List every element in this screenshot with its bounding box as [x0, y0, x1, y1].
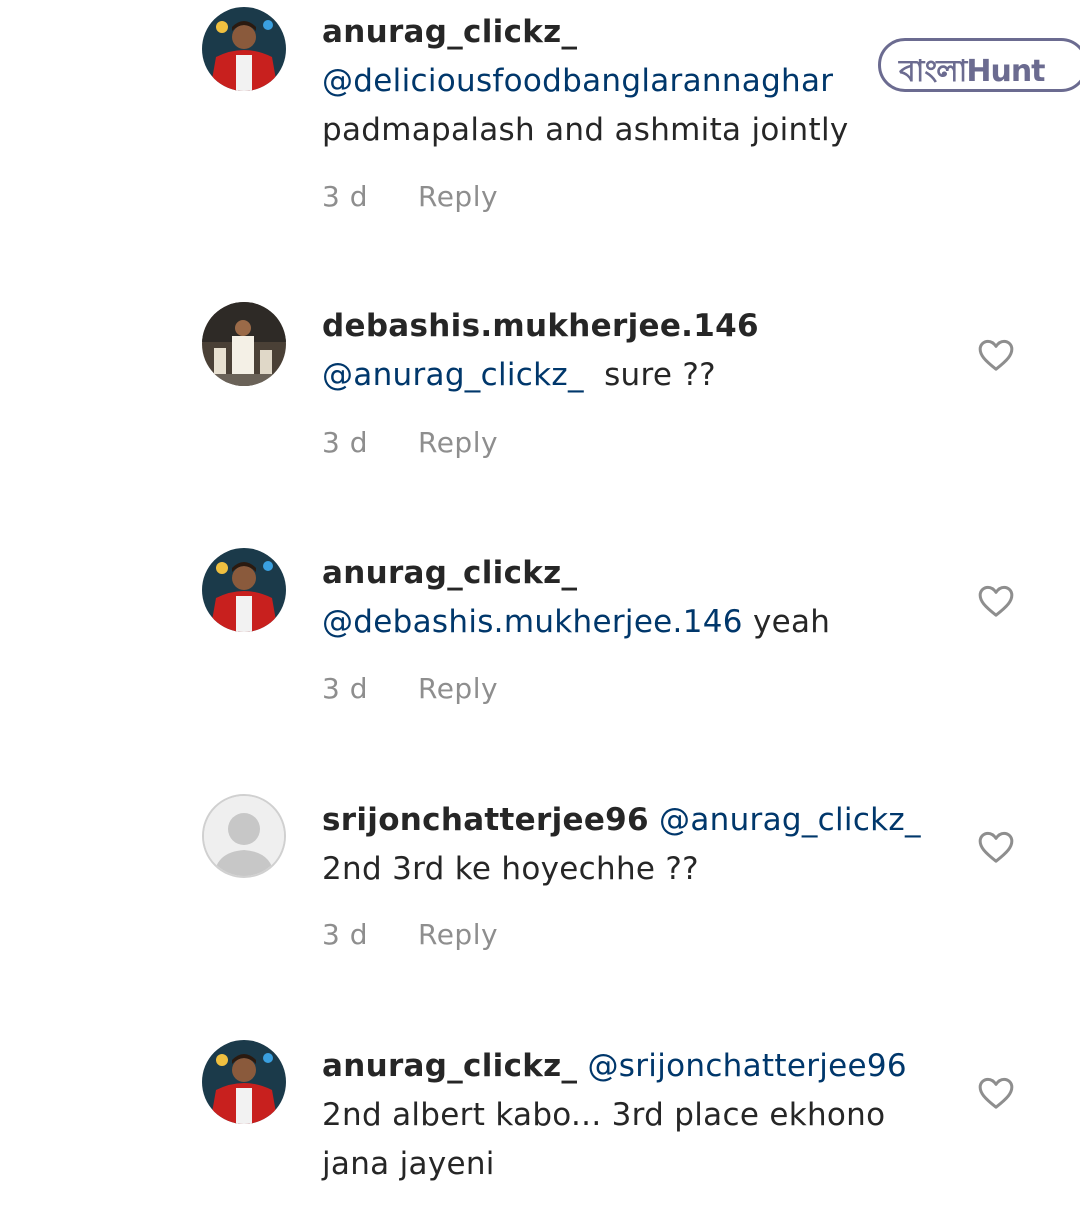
like-heart-icon[interactable]: [976, 335, 1016, 375]
comment-username[interactable]: debashis.mukherjee.146: [322, 308, 759, 344]
comment-age: 3 d: [322, 426, 368, 459]
comment-text: 2nd 3rd ke hoyechhe ??: [322, 851, 699, 887]
comment-meta: 3 d Reply: [322, 426, 498, 459]
comment-text: 2nd albert kabo... 3rd place ekhono jana…: [322, 1097, 886, 1182]
comment-username[interactable]: srijonchatterjee96: [322, 802, 649, 838]
like-heart-icon[interactable]: [976, 827, 1016, 867]
reply-button[interactable]: Reply: [418, 918, 498, 951]
comment-username[interactable]: anurag_clickz_: [322, 1048, 577, 1084]
avatar[interactable]: [202, 794, 286, 878]
comment-mention[interactable]: @anurag_clickz_: [322, 357, 584, 393]
comment-username[interactable]: anurag_clickz_: [322, 555, 577, 591]
comment-meta: 3 d Reply: [322, 672, 498, 705]
reply-button[interactable]: Reply: [418, 426, 498, 459]
avatar[interactable]: [202, 7, 286, 91]
comment-text: yeah: [752, 604, 831, 640]
comment-age: 3 d: [322, 180, 368, 213]
comment-username[interactable]: anurag_clickz_: [322, 14, 577, 50]
comment-meta: 3 d Reply: [322, 180, 498, 213]
comment-age: 3 d: [322, 918, 368, 951]
reply-button[interactable]: Reply: [418, 180, 498, 213]
comment-meta: 3 d Reply: [322, 918, 498, 951]
comment-mention[interactable]: @deliciousfoodbanglarannaghar: [322, 63, 833, 99]
like-heart-icon[interactable]: [976, 581, 1016, 621]
comment-mention[interactable]: @anurag_clickz_: [659, 802, 921, 838]
comment-age: 3 d: [322, 672, 368, 705]
avatar[interactable]: [202, 302, 286, 386]
comment-text: sure ??: [604, 357, 716, 393]
like-heart-icon[interactable]: [976, 1073, 1016, 1113]
comment-text: padmapalash and ashmita jointly: [322, 112, 849, 148]
comment-mention[interactable]: @srijonchatterjee96: [587, 1048, 906, 1084]
reply-button[interactable]: Reply: [418, 672, 498, 705]
avatar[interactable]: [202, 548, 286, 632]
avatar[interactable]: [202, 1040, 286, 1124]
comment-mention[interactable]: @debashis.mukherjee.146: [322, 604, 743, 640]
